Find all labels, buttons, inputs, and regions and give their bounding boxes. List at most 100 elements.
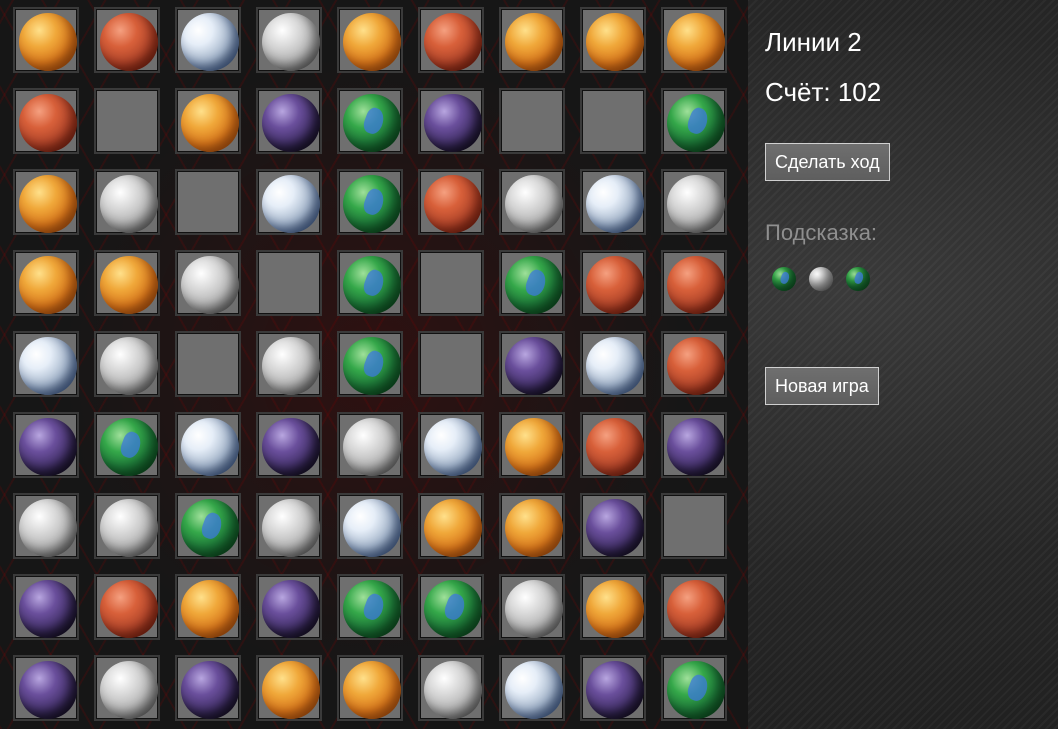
moon-ball[interactable] xyxy=(343,418,401,476)
venus-ball[interactable] xyxy=(262,661,320,719)
moon-ball[interactable] xyxy=(505,175,563,233)
board-cell[interactable] xyxy=(175,331,241,397)
venus-ball[interactable] xyxy=(505,499,563,557)
moon-ball[interactable] xyxy=(19,499,77,557)
board-cell[interactable] xyxy=(13,7,79,73)
mars-ball[interactable] xyxy=(100,580,158,638)
board-cell[interactable] xyxy=(13,493,79,559)
earth-ball[interactable] xyxy=(343,94,401,152)
purple-ball[interactable] xyxy=(19,580,77,638)
venus-ball[interactable] xyxy=(19,175,77,233)
mars-ball[interactable] xyxy=(424,13,482,71)
board-cell[interactable] xyxy=(580,169,646,235)
board-cell[interactable] xyxy=(256,331,322,397)
board-cell[interactable] xyxy=(94,88,160,154)
board-cell[interactable] xyxy=(337,88,403,154)
board-cell[interactable] xyxy=(175,493,241,559)
board-cell[interactable] xyxy=(499,655,565,721)
purple-ball[interactable] xyxy=(262,580,320,638)
mars-ball[interactable] xyxy=(100,13,158,71)
board-cell[interactable] xyxy=(94,574,160,640)
board-cell[interactable] xyxy=(337,574,403,640)
venus-ball[interactable] xyxy=(343,661,401,719)
board-cell[interactable] xyxy=(499,169,565,235)
board-cell[interactable] xyxy=(256,574,322,640)
moon-ball[interactable] xyxy=(262,337,320,395)
board-cell[interactable] xyxy=(499,493,565,559)
moon-ball[interactable] xyxy=(262,13,320,71)
board-cell[interactable] xyxy=(94,7,160,73)
board-cell[interactable] xyxy=(13,250,79,316)
moon-ball[interactable] xyxy=(505,580,563,638)
board-cell[interactable] xyxy=(337,655,403,721)
board-cell[interactable] xyxy=(499,412,565,478)
board-cell[interactable] xyxy=(661,7,727,73)
board-cell[interactable] xyxy=(661,574,727,640)
board-cell[interactable] xyxy=(175,7,241,73)
venus-ball[interactable] xyxy=(586,13,644,71)
purple-ball[interactable] xyxy=(181,661,239,719)
board-cell[interactable] xyxy=(418,331,484,397)
earth-ball[interactable] xyxy=(424,580,482,638)
venus-ball[interactable] xyxy=(586,580,644,638)
board-cell[interactable] xyxy=(94,412,160,478)
board-cell[interactable] xyxy=(337,412,403,478)
earth-ball[interactable] xyxy=(667,94,725,152)
board-cell[interactable] xyxy=(175,655,241,721)
venus-ball[interactable] xyxy=(181,580,239,638)
venus-ball[interactable] xyxy=(100,256,158,314)
board-cell[interactable] xyxy=(580,331,646,397)
moon-ball[interactable] xyxy=(100,175,158,233)
earth-ball[interactable] xyxy=(100,418,158,476)
board-cell[interactable] xyxy=(580,88,646,154)
earth-ball[interactable] xyxy=(181,499,239,557)
board-cell[interactable] xyxy=(661,88,727,154)
venus-ball[interactable] xyxy=(181,94,239,152)
mars-ball[interactable] xyxy=(19,94,77,152)
board-cell[interactable] xyxy=(499,7,565,73)
venus-ball[interactable] xyxy=(505,13,563,71)
moon-ball[interactable] xyxy=(100,499,158,557)
board-cell[interactable] xyxy=(256,412,322,478)
board-cell[interactable] xyxy=(94,331,160,397)
board-cell[interactable] xyxy=(418,250,484,316)
board-cell[interactable] xyxy=(175,88,241,154)
mars-ball[interactable] xyxy=(667,256,725,314)
board-cell[interactable] xyxy=(256,88,322,154)
board-cell[interactable] xyxy=(661,655,727,721)
moon-ball[interactable] xyxy=(424,661,482,719)
board-cell[interactable] xyxy=(499,574,565,640)
board-cell[interactable] xyxy=(175,169,241,235)
board-cell[interactable] xyxy=(418,574,484,640)
board-cell[interactable] xyxy=(661,250,727,316)
mars-ball[interactable] xyxy=(424,175,482,233)
board-cell[interactable] xyxy=(175,574,241,640)
earthmoon-ball[interactable] xyxy=(181,13,239,71)
mars-ball[interactable] xyxy=(667,337,725,395)
board-cell[interactable] xyxy=(337,169,403,235)
earth-ball[interactable] xyxy=(505,256,563,314)
board-cell[interactable] xyxy=(94,169,160,235)
purple-ball[interactable] xyxy=(667,418,725,476)
purple-ball[interactable] xyxy=(586,661,644,719)
moon-ball[interactable] xyxy=(181,256,239,314)
venus-ball[interactable] xyxy=(667,13,725,71)
mars-ball[interactable] xyxy=(667,580,725,638)
board-cell[interactable] xyxy=(13,88,79,154)
board-cell[interactable] xyxy=(13,574,79,640)
earth-ball[interactable] xyxy=(343,175,401,233)
venus-ball[interactable] xyxy=(19,13,77,71)
earthmoon-ball[interactable] xyxy=(586,337,644,395)
board-cell[interactable] xyxy=(418,7,484,73)
mars-ball[interactable] xyxy=(586,418,644,476)
board-cell[interactable] xyxy=(175,412,241,478)
earth-ball[interactable] xyxy=(343,580,401,638)
board-cell[interactable] xyxy=(418,493,484,559)
venus-ball[interactable] xyxy=(424,499,482,557)
board-cell[interactable] xyxy=(13,412,79,478)
venus-ball[interactable] xyxy=(505,418,563,476)
purple-ball[interactable] xyxy=(586,499,644,557)
board-cell[interactable] xyxy=(661,493,727,559)
earthmoon-ball[interactable] xyxy=(181,418,239,476)
board-cell[interactable] xyxy=(499,88,565,154)
